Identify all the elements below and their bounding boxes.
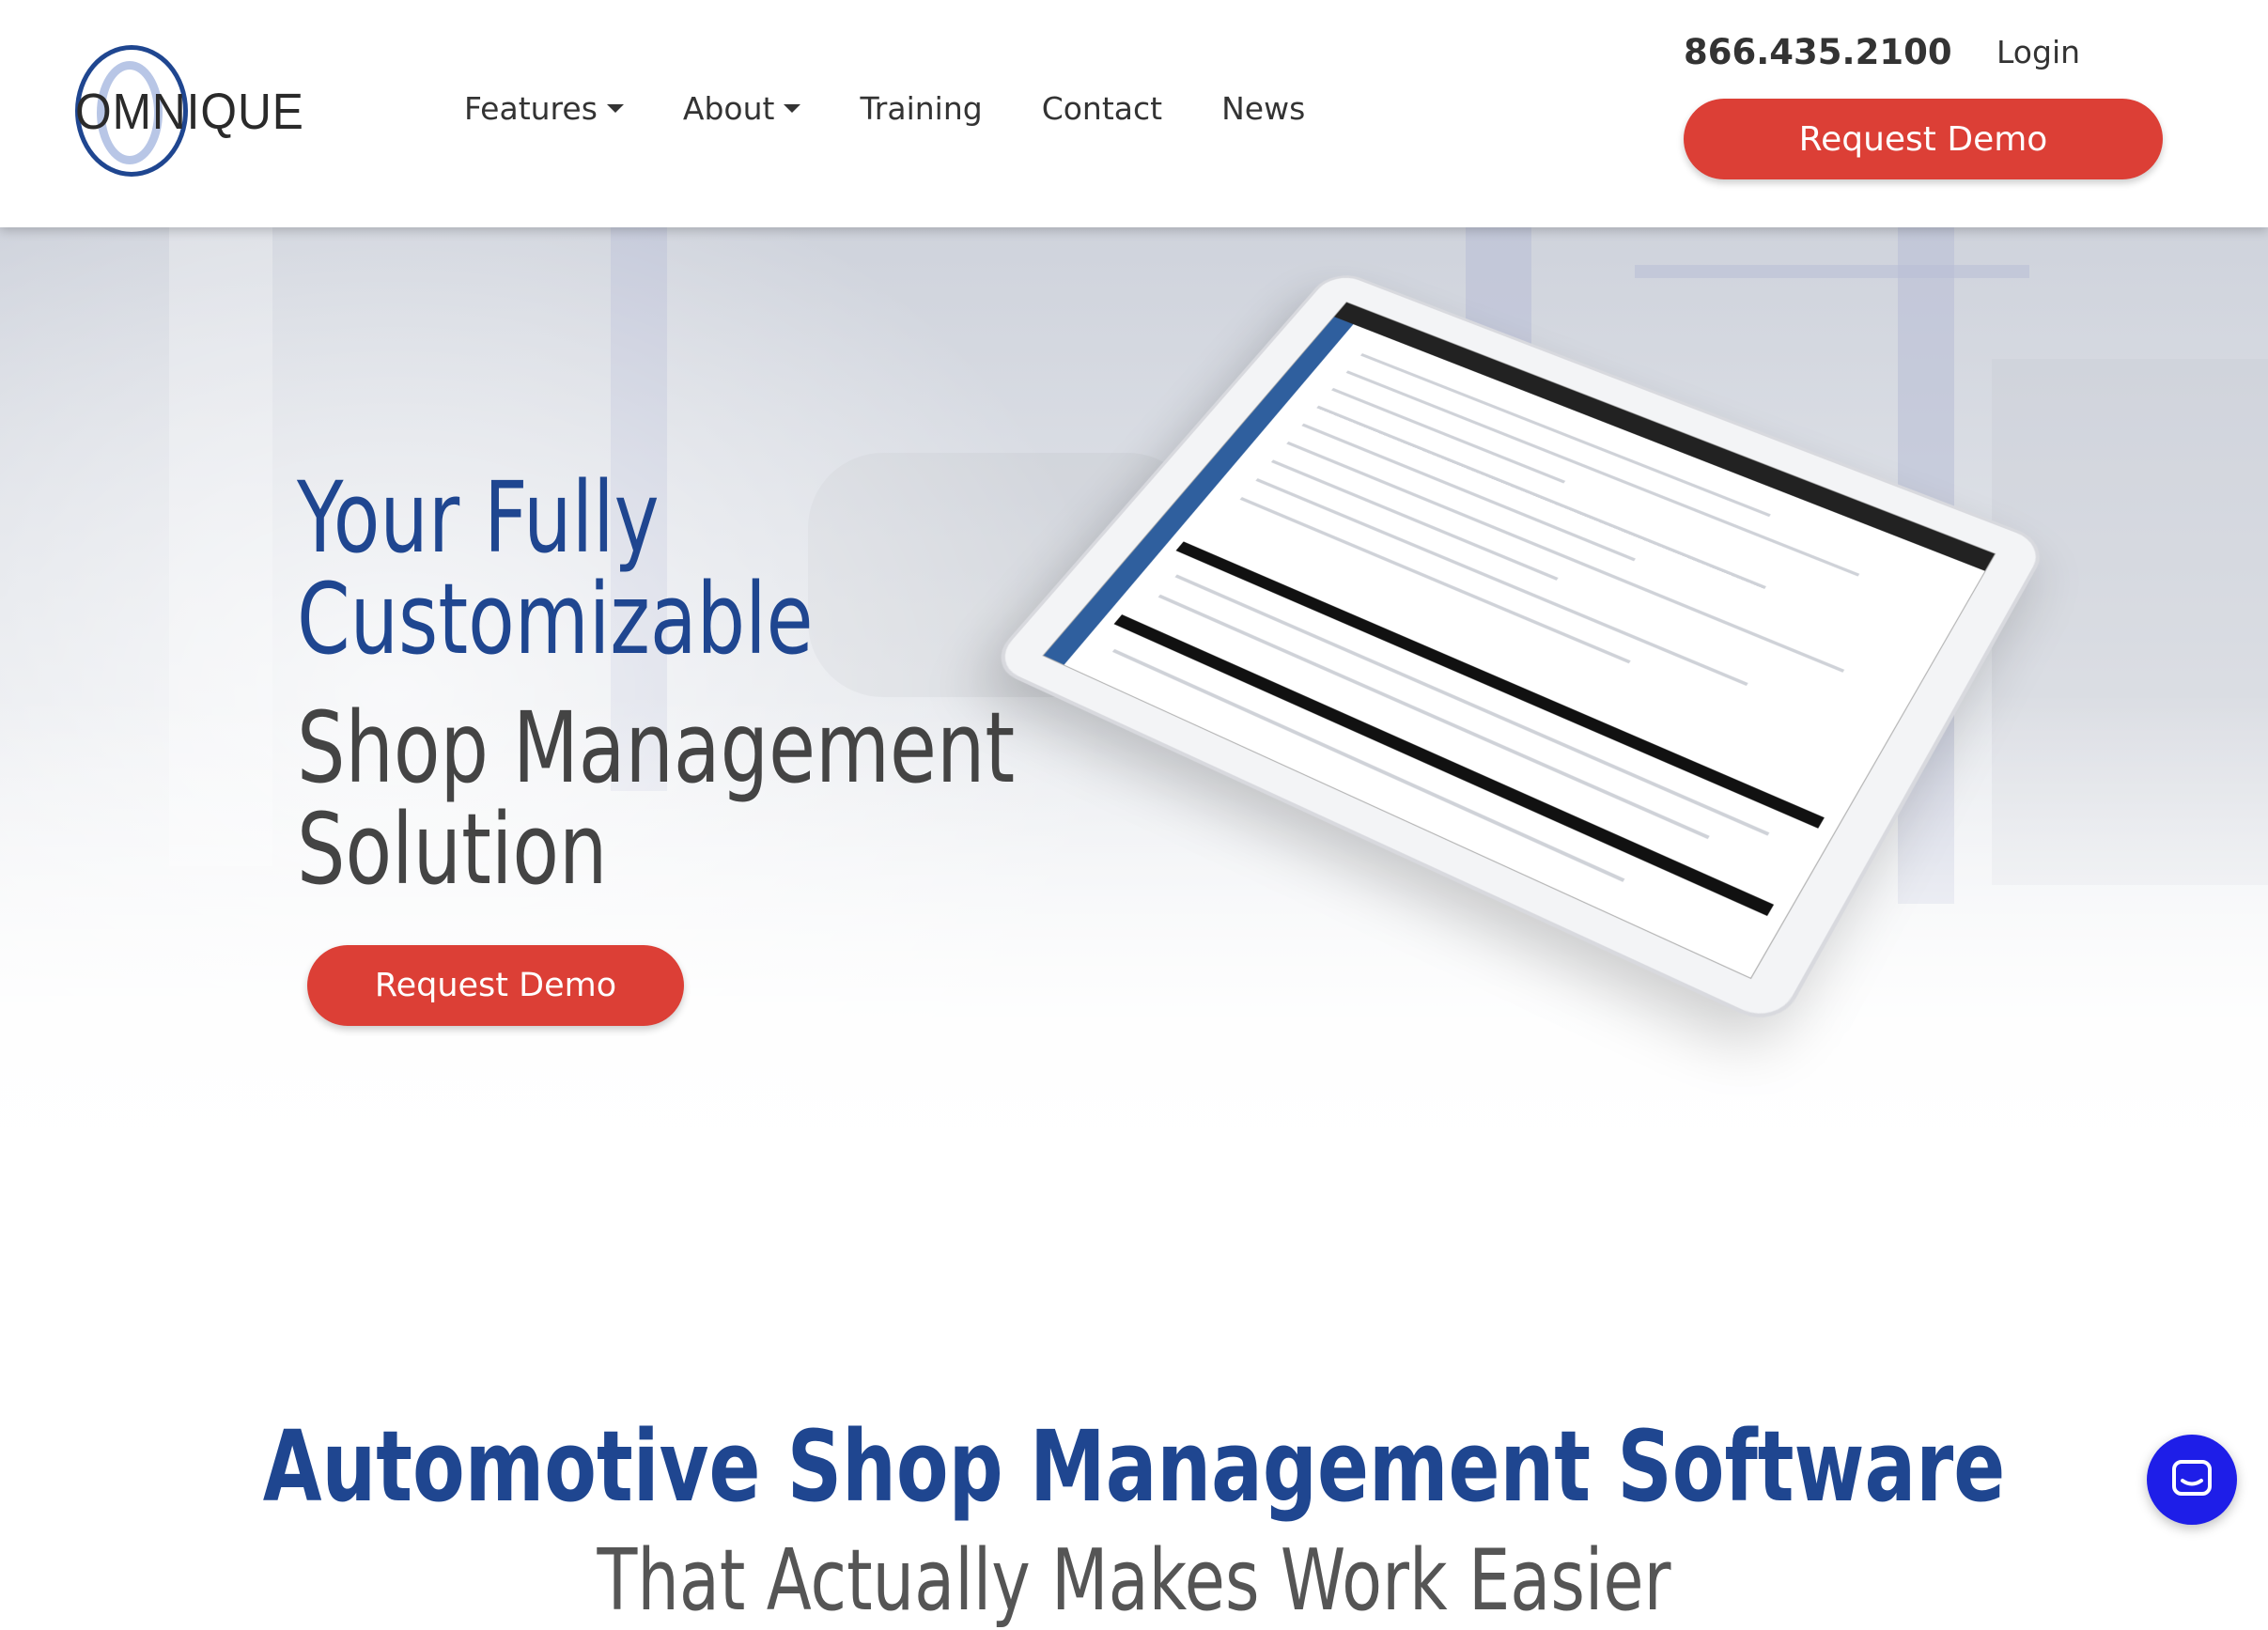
logo-text: OMNIQUE: [75, 84, 304, 140]
app-row: [1316, 405, 1766, 589]
chat-widget-button[interactable]: [2147, 1435, 2237, 1525]
app-row: [1239, 497, 1631, 664]
login-link[interactable]: Login: [1996, 34, 2080, 70]
nav-item-contact[interactable]: Contact: [1042, 90, 1162, 127]
caret-down-icon: [606, 104, 624, 113]
nav-label: Contact: [1041, 90, 1163, 127]
app-row: [1157, 594, 1710, 840]
phone-number-link[interactable]: 866.435.2100: [1684, 32, 1952, 72]
caret-down-icon: [784, 104, 801, 113]
request-demo-button[interactable]: Request Demo: [1684, 99, 2163, 179]
nav-label: News: [1221, 90, 1306, 127]
app-row: [1255, 478, 1748, 687]
nav-item-news[interactable]: News: [1221, 90, 1305, 127]
app-row: [1174, 574, 1770, 836]
nav-label: Features: [464, 90, 598, 127]
hero-section: Your Fully Customizable Shop Management …: [0, 227, 2268, 1261]
section-subtitle: That Actually Makes Work Easier: [597, 1531, 1671, 1630]
hero-title: Your Fully Customizable: [297, 467, 814, 670]
main-nav: Features About Training Contact News: [464, 90, 1364, 127]
app-row: [1270, 459, 1559, 581]
nav-label: About: [682, 90, 775, 127]
nav-item-training[interactable]: Training: [860, 90, 982, 127]
hero-title-line: Customizable: [297, 562, 814, 676]
hero-title-line: Your Fully: [297, 460, 660, 575]
hero-request-demo-button[interactable]: Request Demo: [307, 945, 684, 1026]
site-header: OMNIQUE Features About Training Contact …: [0, 0, 2268, 227]
nav-label: Training: [860, 90, 983, 127]
nav-item-features[interactable]: Features: [464, 90, 624, 127]
app-row: [1331, 387, 1566, 484]
nav-item-about[interactable]: About: [683, 90, 801, 127]
section-title: Automotive Shop Management Software: [262, 1409, 2006, 1524]
omnique-logo[interactable]: OMNIQUE: [75, 45, 303, 181]
chat-bubble-icon: [2172, 1460, 2212, 1496]
